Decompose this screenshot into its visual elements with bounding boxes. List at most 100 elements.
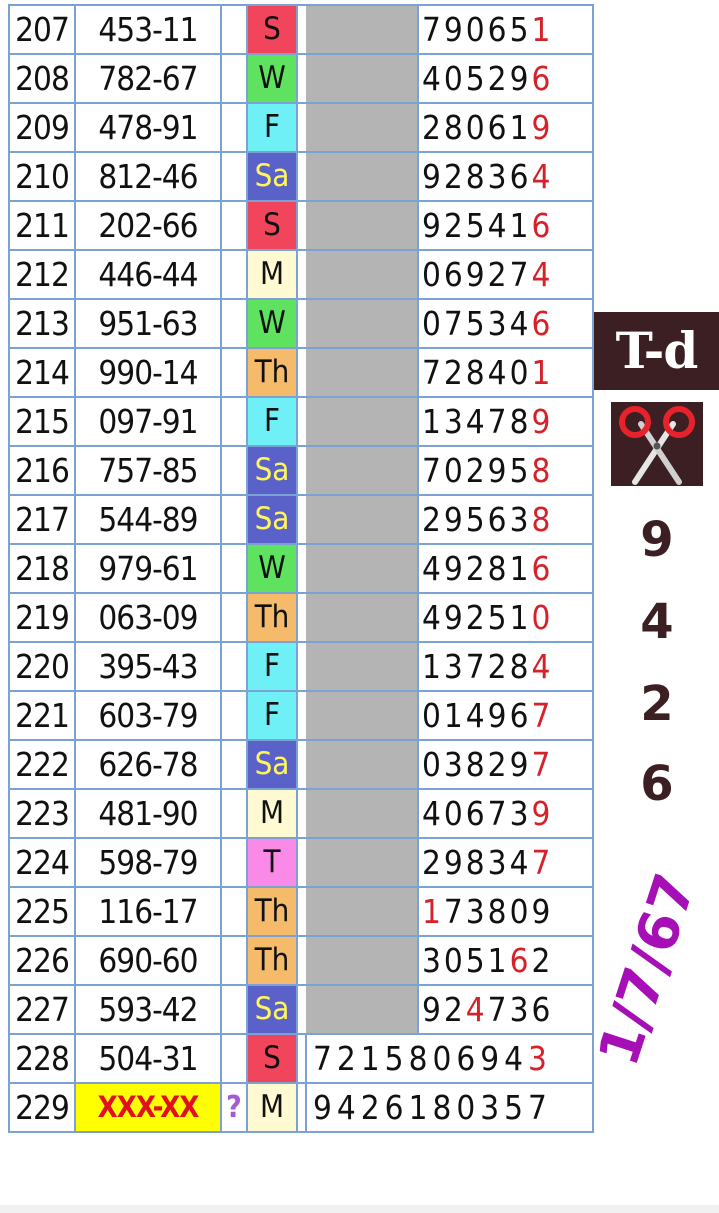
digit: 7 — [531, 745, 554, 784]
digit: 2 — [422, 108, 444, 147]
digit: 9 — [531, 402, 554, 441]
digit: 9 — [422, 206, 444, 245]
gray-block — [306, 298, 419, 349]
digit: 8 — [465, 843, 488, 882]
day-badge: F — [246, 396, 298, 447]
digit: 9 — [443, 843, 466, 882]
draw-code: 478-91 — [74, 102, 222, 153]
gray-block — [306, 249, 419, 300]
digit: 0 — [422, 304, 444, 343]
digit: 3 — [443, 402, 466, 441]
digit: 1 — [422, 892, 444, 931]
table-row: 223 481-90 M 406739 — [8, 788, 594, 839]
digit: 0 — [443, 451, 466, 490]
day-badge: Th — [246, 347, 298, 398]
day-badge: F — [246, 690, 298, 741]
digit: 3 — [509, 990, 532, 1029]
empty-cell — [220, 1033, 248, 1084]
draw-number: 218 — [8, 543, 76, 594]
spacer-cell — [296, 102, 306, 153]
digit: 9 — [443, 500, 466, 539]
draw-number: 223 — [8, 788, 76, 839]
digit: 7 — [465, 647, 488, 686]
day-badge: W — [246, 543, 298, 594]
date-label: 1/7/67 — [586, 866, 709, 1074]
digit: 6 — [384, 1088, 409, 1127]
digit: 2 — [443, 157, 466, 196]
spacer-cell — [296, 298, 306, 349]
digit-sequence: 7215806943 — [305, 1033, 594, 1084]
day-badge: Th — [246, 592, 298, 643]
digit: 8 — [487, 549, 510, 588]
spacer-cell — [296, 1033, 307, 1084]
table-row: 220 395-43 F 137284 — [8, 641, 594, 692]
digit: 4 — [465, 990, 488, 1029]
day-badge: W — [246, 53, 298, 104]
digit: 0 — [422, 745, 444, 784]
gray-block — [306, 543, 419, 594]
draw-number: 226 — [8, 935, 76, 986]
spacer-cell — [296, 739, 306, 790]
digit-sequence: 924736 — [417, 984, 594, 1035]
digit: 4 — [422, 549, 444, 588]
digit: 1 — [360, 1039, 385, 1078]
digit: 2 — [443, 353, 466, 392]
table-row: 207 453-11 S 790651 — [8, 4, 594, 55]
digit: 0 — [531, 598, 554, 637]
spacer-cell — [296, 347, 306, 398]
draw-number: 224 — [8, 837, 76, 888]
digit: 6 — [487, 500, 510, 539]
digit: 5 — [465, 59, 488, 98]
digit: 7 — [531, 843, 554, 882]
digit-sequence: 134789 — [417, 396, 594, 447]
empty-cell — [220, 543, 248, 594]
day-badge: S — [246, 200, 298, 251]
table-row: 212 446-44 M 069274 — [8, 249, 594, 300]
draw-number: 209 — [8, 102, 76, 153]
draw-code: 979-61 — [74, 543, 222, 594]
gray-block — [306, 396, 419, 447]
day-badge: S — [246, 4, 298, 55]
digit-sequence: 492510 — [417, 592, 594, 643]
empty-cell — [220, 592, 248, 643]
digit: 3 — [528, 1039, 552, 1078]
digit: 4 — [422, 598, 444, 637]
draw-number: 221 — [8, 690, 76, 741]
digit: 0 — [432, 1039, 457, 1078]
bottom-bar — [0, 1205, 719, 1213]
digit: 9 — [443, 10, 466, 49]
digit: 2 — [487, 255, 510, 294]
draw-code: 453-11 — [74, 4, 222, 55]
draw-code: 097-91 — [74, 396, 222, 447]
digit: 4 — [531, 157, 554, 196]
td-badge: T-d — [594, 312, 719, 390]
digit: 8 — [509, 402, 532, 441]
day-badge: F — [246, 102, 298, 153]
digit: 4 — [422, 59, 444, 98]
digit: 4 — [487, 353, 510, 392]
digit: 1 — [531, 353, 554, 392]
spacer-cell — [296, 837, 306, 888]
digit: 9 — [531, 794, 554, 833]
digit: 2 — [422, 843, 444, 882]
gray-block — [306, 837, 419, 888]
gray-block — [306, 788, 419, 839]
digit: 8 — [531, 500, 554, 539]
digit-sequence: 295638 — [417, 494, 594, 545]
table-row: 224 598-79 T 298347 — [8, 837, 594, 888]
digit-sequence: 075346 — [417, 298, 594, 349]
draw-code: 116-17 — [74, 886, 222, 937]
digit: 8 — [509, 647, 532, 686]
digit-sequence: 137284 — [417, 641, 594, 692]
day-badge: M — [246, 788, 298, 839]
digit: 9 — [480, 1039, 505, 1078]
table-row: 227 593-42 Sa 924736 — [8, 984, 594, 1035]
gray-block — [306, 690, 419, 741]
digit: 6 — [509, 941, 532, 980]
pick-digit-2: 4 — [640, 594, 674, 650]
table-row: 222 626-78 Sa 038297 — [8, 739, 594, 790]
digit: 4 — [336, 1088, 361, 1127]
digit-sequence: 728401 — [417, 347, 594, 398]
digit: 2 — [487, 745, 510, 784]
gray-block — [306, 53, 419, 104]
